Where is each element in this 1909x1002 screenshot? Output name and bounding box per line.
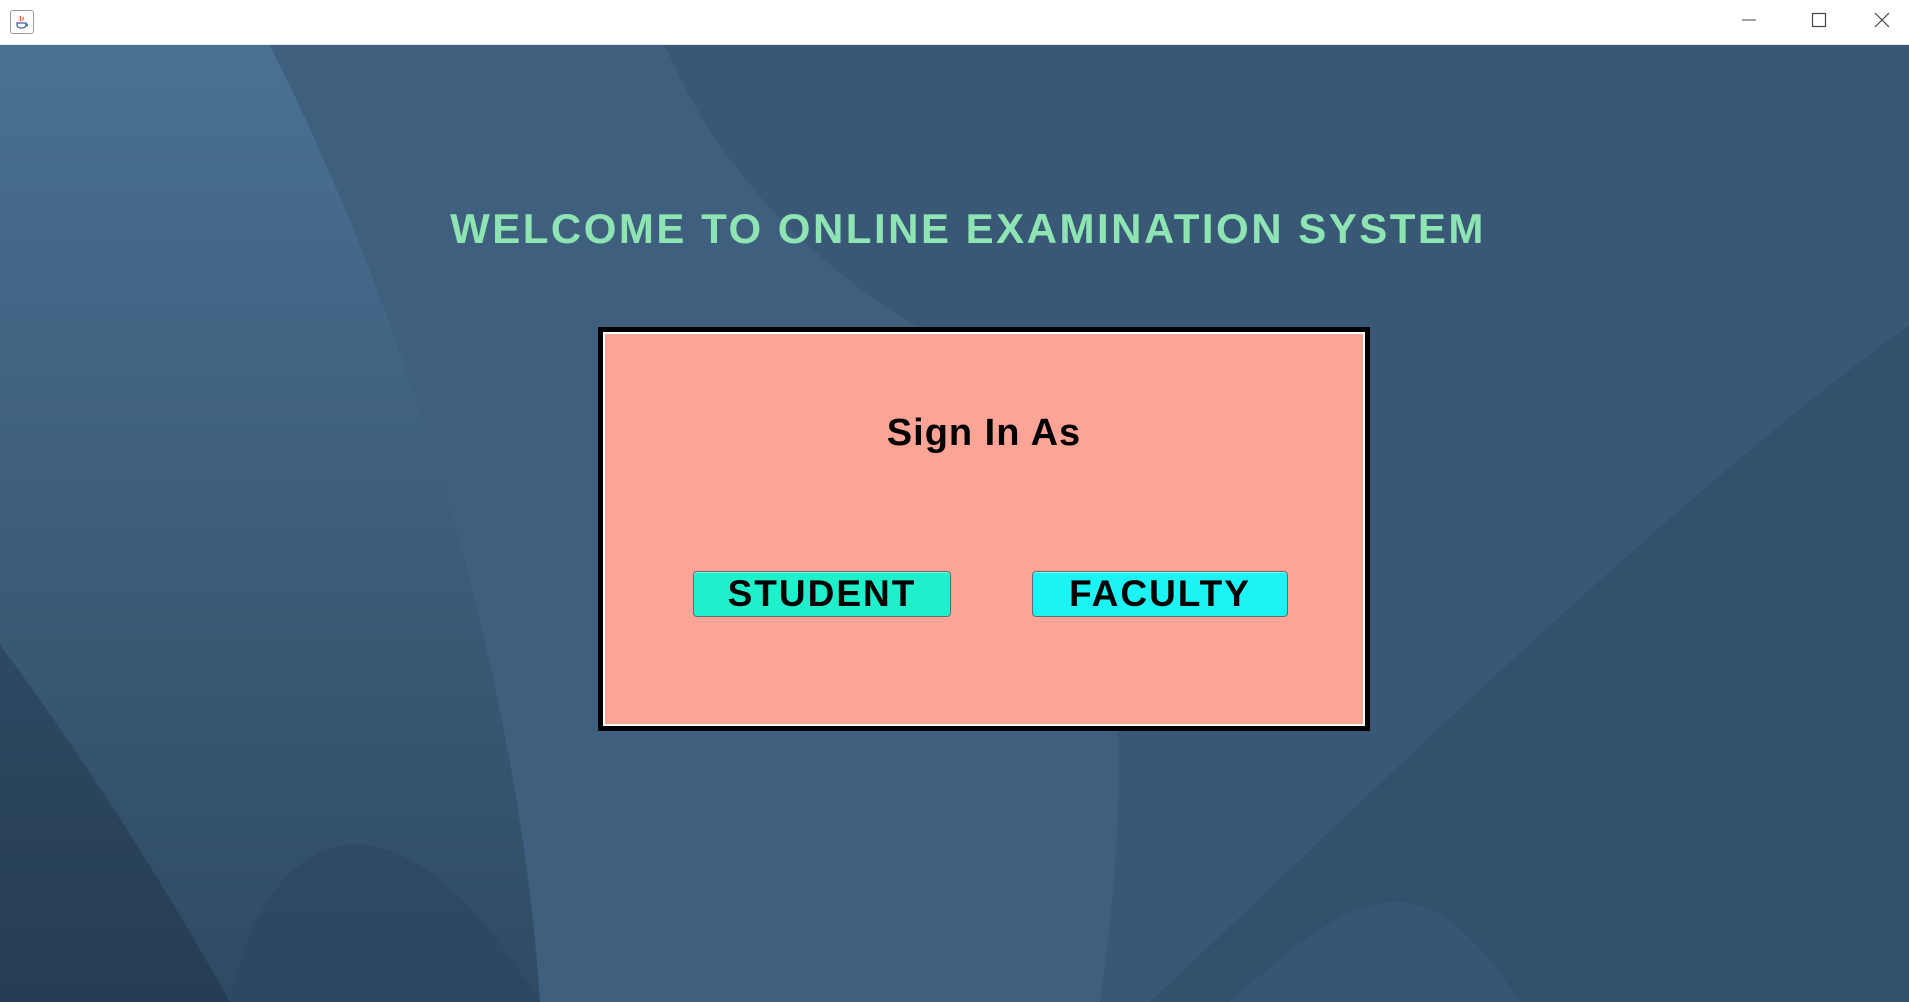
student-button[interactable]: STUDENT (693, 571, 951, 617)
welcome-title: WELCOME TO ONLINE EXAMINATION SYSTEM (450, 205, 1486, 252)
maximize-button[interactable] (1784, 0, 1854, 45)
minimize-icon (1741, 12, 1757, 33)
faculty-button[interactable]: FACULTY (1032, 571, 1288, 617)
maximize-icon (1811, 12, 1827, 33)
close-icon (1873, 11, 1891, 34)
minimize-button[interactable] (1714, 0, 1784, 45)
close-button[interactable] (1854, 0, 1909, 45)
signin-panel: Sign In As STUDENT FACULTY (598, 327, 1370, 731)
app-window: WELCOME TO ONLINE EXAMINATION SYSTEM Sig… (0, 0, 1909, 1002)
main-content: WELCOME TO ONLINE EXAMINATION SYSTEM Sig… (0, 45, 1909, 1002)
java-app-icon[interactable] (10, 10, 34, 34)
signin-heading: Sign In As (886, 412, 1082, 454)
title-bar[interactable] (0, 0, 1909, 45)
